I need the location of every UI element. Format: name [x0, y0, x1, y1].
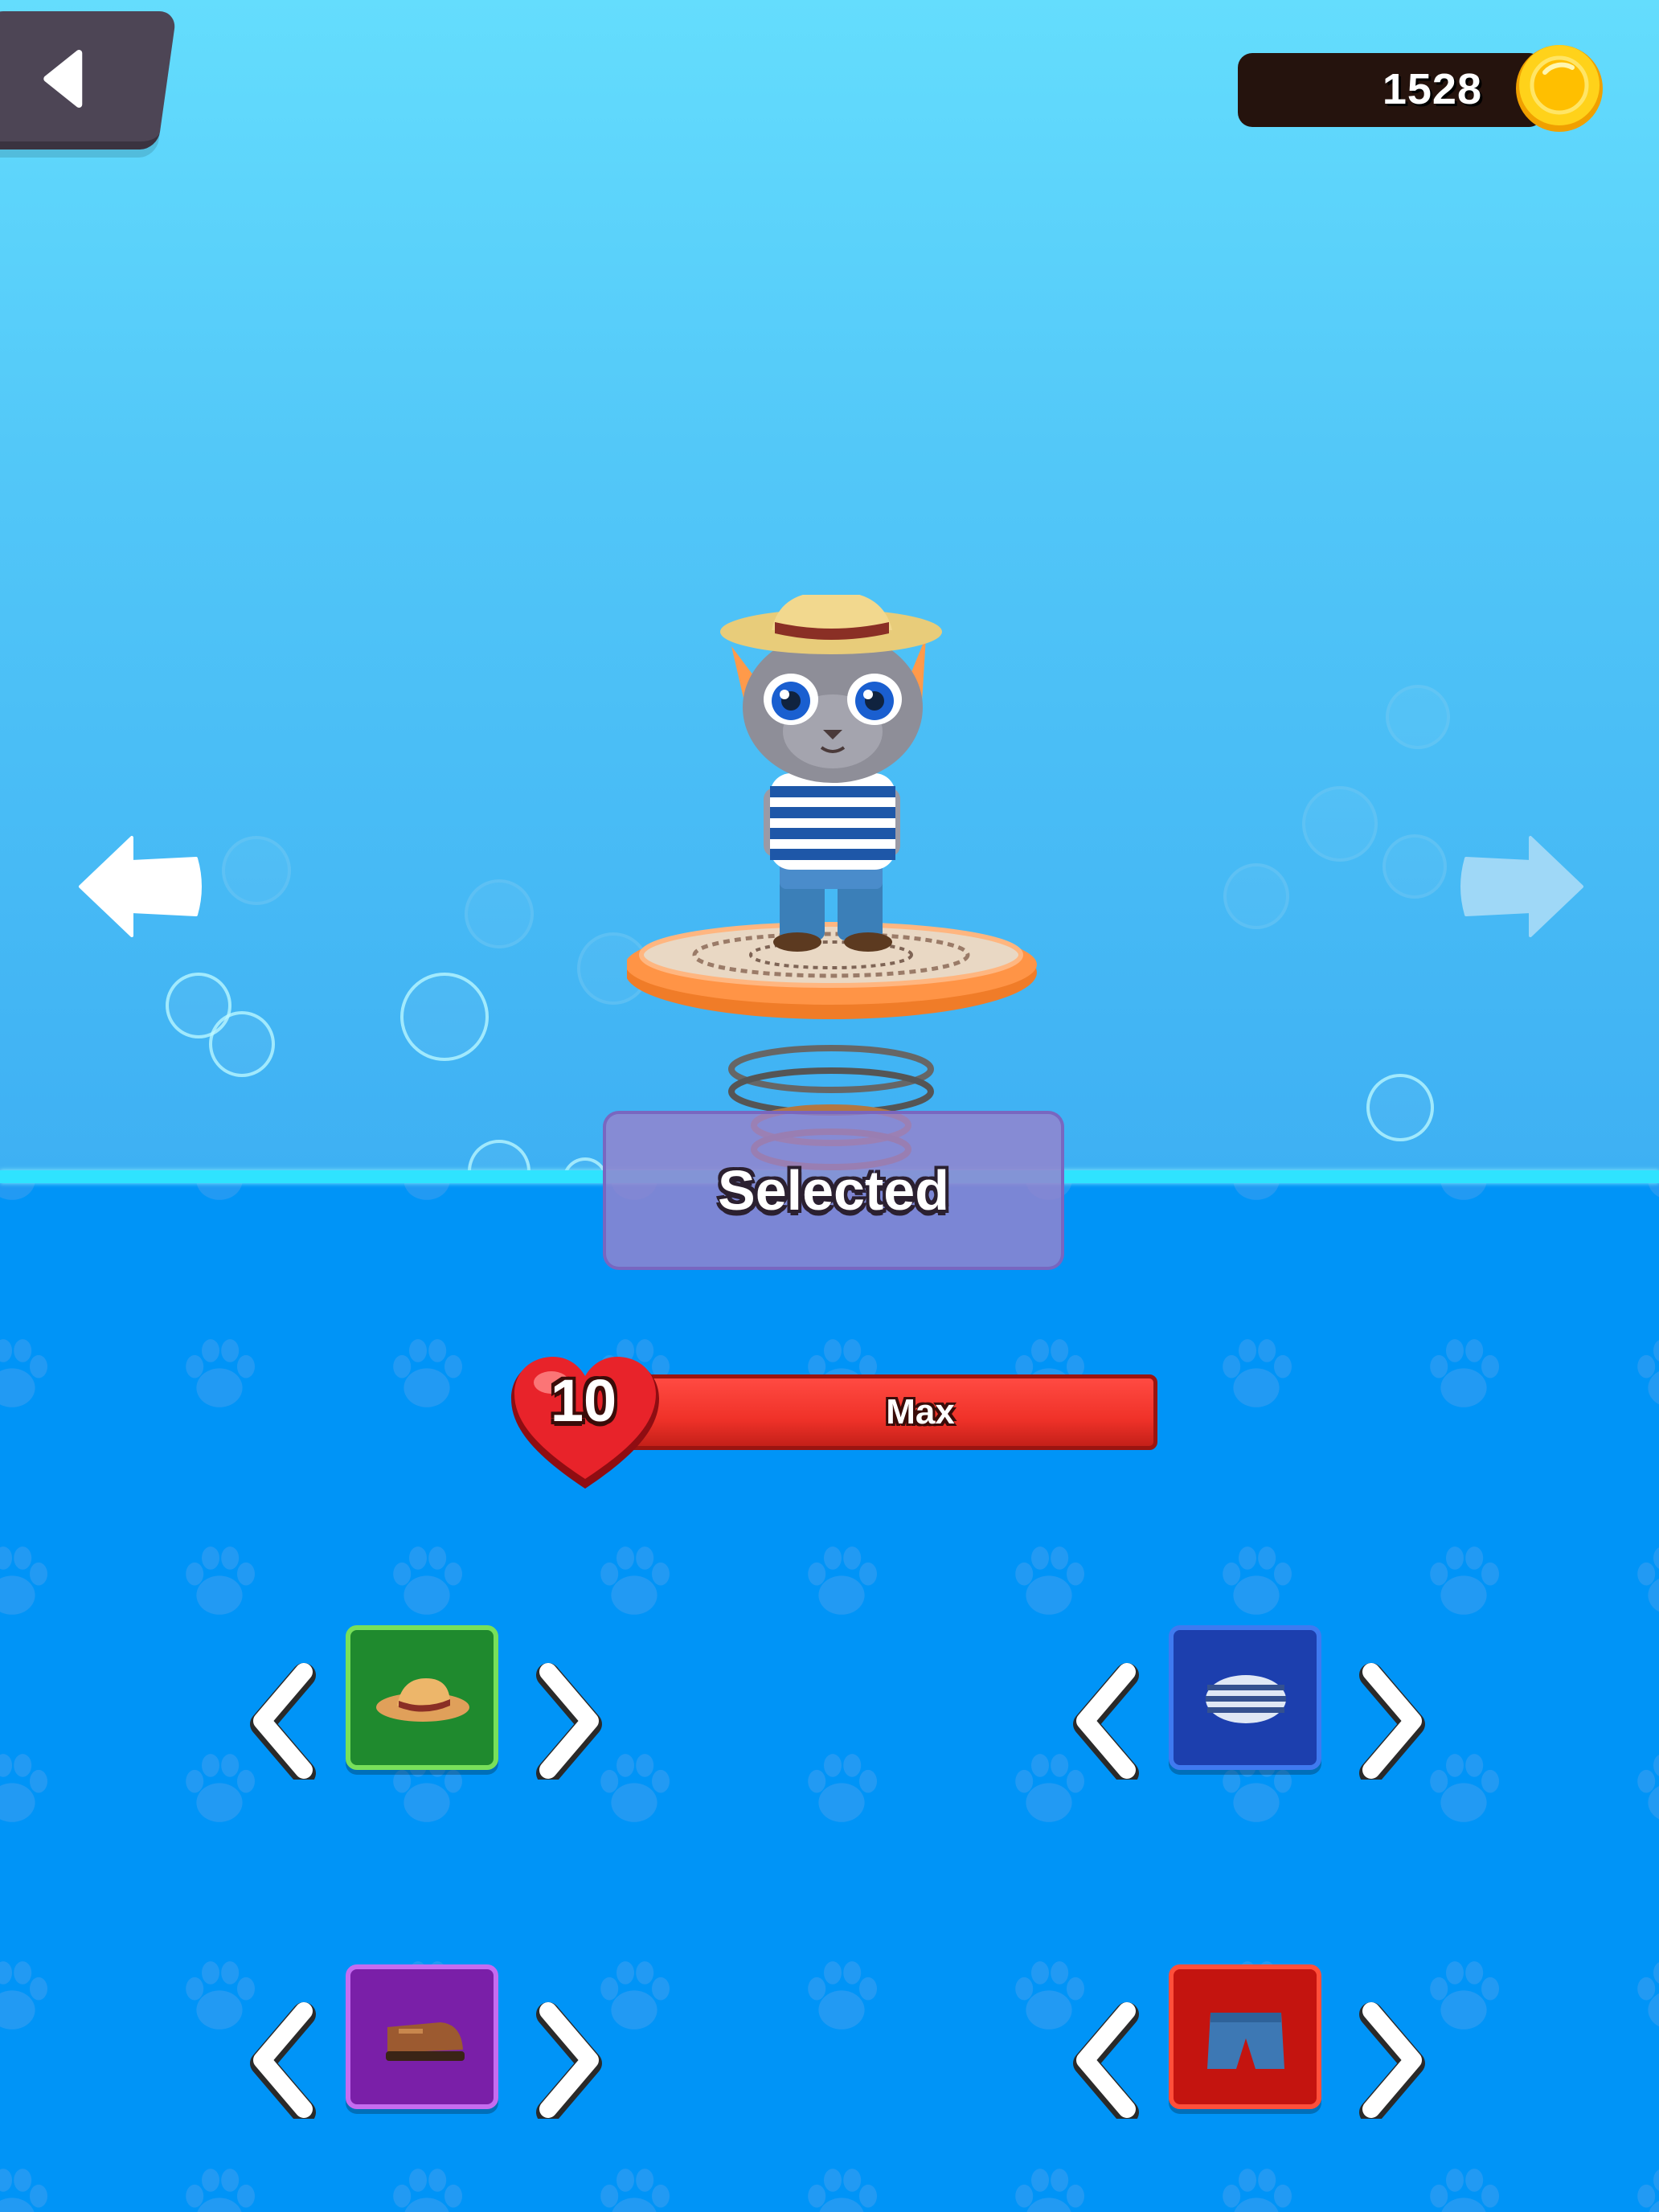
arrow-right-icon[interactable]	[1453, 833, 1587, 940]
paw-print-decoration	[1212, 2159, 1301, 2212]
paw-print-decoration	[1627, 2159, 1659, 2212]
chevron-left-icon[interactable]	[1072, 1662, 1140, 1780]
bubble	[465, 879, 534, 948]
paw-print-decoration	[175, 1329, 264, 1418]
bubble	[209, 1011, 275, 1077]
trampoline	[627, 922, 1037, 1019]
shirt-item-box[interactable]	[1169, 1625, 1321, 1770]
paw-print-decoration	[590, 1744, 678, 1833]
paw-print-decoration	[1005, 2159, 1093, 2212]
chevron-left-icon[interactable]	[1072, 2001, 1140, 2119]
paw-print-decoration	[590, 1537, 678, 1625]
bubble	[400, 973, 489, 1061]
bubble	[1382, 834, 1447, 899]
paw-print-decoration	[383, 1537, 471, 1625]
gold-coin-icon	[1516, 45, 1603, 132]
paw-print-decoration	[797, 1952, 886, 2040]
chevron-right-icon[interactable]	[1358, 1662, 1426, 1780]
paw-print-decoration	[1419, 1744, 1508, 1833]
paw-print-decoration	[1419, 2159, 1508, 2212]
paw-print-decoration	[1627, 1952, 1659, 2040]
paw-print-decoration	[0, 1744, 56, 1833]
pants-item-box[interactable]	[1169, 1964, 1321, 2109]
straw-hat-icon	[376, 1678, 469, 1722]
paw-print-decoration	[1419, 1952, 1508, 2040]
paw-print-decoration	[383, 1329, 471, 1418]
boot-icon	[386, 2022, 465, 2061]
paw-print-decoration	[590, 2159, 678, 2212]
striped-shirt-icon	[1206, 1675, 1286, 1723]
chevron-left-icon[interactable]	[249, 2001, 317, 2119]
paw-print-decoration	[0, 1329, 56, 1418]
bubble	[1366, 1074, 1434, 1141]
level-progress-bar: Max	[619, 1374, 1157, 1450]
paw-print-decoration	[1627, 1329, 1659, 1418]
chevron-right-icon[interactable]	[535, 2001, 603, 2119]
pants-slot	[1072, 1964, 1426, 2119]
paw-print-decoration	[175, 2159, 264, 2212]
bubble	[1302, 786, 1378, 862]
paw-print-decoration	[797, 1537, 886, 1625]
straw-hat	[720, 595, 942, 654]
back-triangle-icon	[43, 50, 83, 108]
paw-print-decoration	[0, 2159, 56, 2212]
shirt-slot	[1072, 1625, 1426, 1780]
hat-item-box[interactable]	[346, 1625, 498, 1770]
hat-slot	[249, 1625, 603, 1780]
chevron-right-icon[interactable]	[1358, 2001, 1426, 2119]
paw-print-decoration	[1212, 1537, 1301, 1625]
paw-print-decoration	[0, 1537, 56, 1625]
shoes-item-box[interactable]	[346, 1964, 498, 2109]
arrow-left-icon[interactable]	[76, 833, 209, 940]
coin-count: 1528	[1382, 65, 1482, 113]
shoes-slot	[249, 1964, 603, 2119]
paw-print-decoration	[0, 1952, 56, 2040]
paw-print-decoration	[1212, 1329, 1301, 1418]
coin-counter: 1528	[1238, 53, 1543, 127]
paw-print-decoration	[590, 1952, 678, 2040]
chevron-right-icon[interactable]	[535, 1662, 603, 1780]
back-button[interactable]	[0, 11, 178, 150]
paw-print-decoration	[1005, 1537, 1093, 1625]
paw-print-decoration	[797, 1744, 886, 1833]
selected-label: Selected	[718, 1159, 949, 1222]
paw-print-decoration	[1419, 1329, 1508, 1418]
paw-print-decoration	[1627, 1537, 1659, 1625]
chevron-left-icon[interactable]	[249, 1662, 317, 1780]
bubble	[222, 836, 291, 905]
paw-print-decoration	[383, 2159, 471, 2212]
level-number: 10	[550, 1367, 617, 1434]
selected-button[interactable]: Selected	[603, 1111, 1064, 1270]
bubble	[1223, 863, 1289, 929]
paw-print-decoration	[1627, 1744, 1659, 1833]
bubble	[1386, 685, 1450, 749]
level-bar-text: Max	[886, 1392, 955, 1432]
paw-print-decoration	[797, 2159, 886, 2212]
paw-print-decoration	[1419, 1537, 1508, 1625]
paw-print-decoration	[175, 1537, 264, 1625]
jeans-icon	[1207, 2013, 1284, 2069]
